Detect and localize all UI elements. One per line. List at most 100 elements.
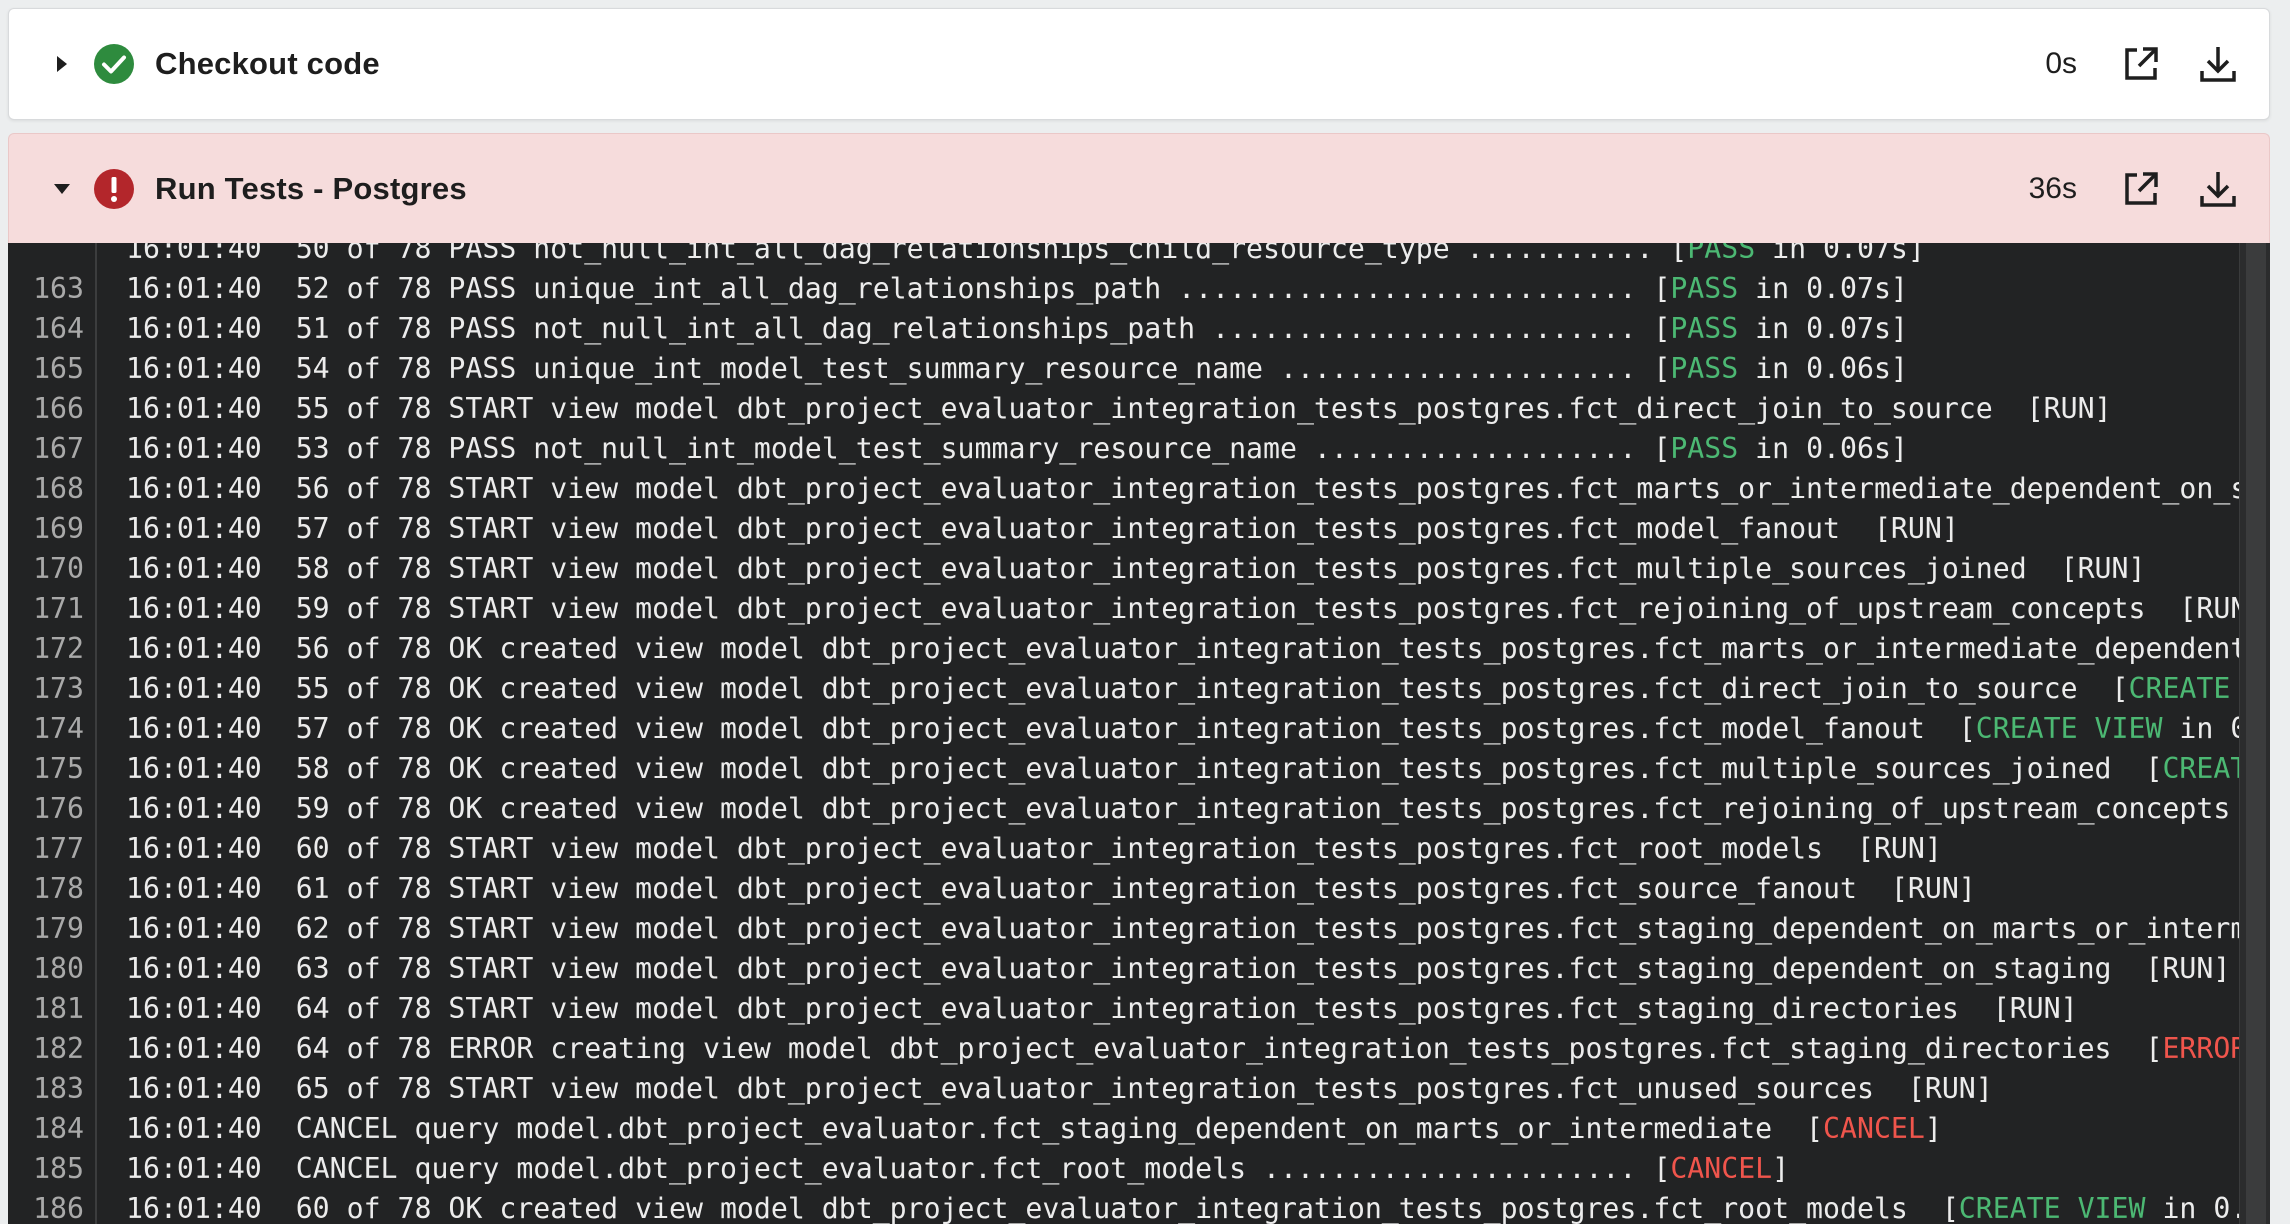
log-status-keyword: CREATE VIEW: [2128, 672, 2231, 705]
log-line: 182 16:01:40 64 of 78 ERROR creating view…: [8, 1029, 2240, 1069]
log-line: 175 16:01:40 58 of 78 OK created view mod…: [8, 749, 2240, 789]
open-external-icon[interactable]: [2121, 44, 2161, 84]
log-text: 16:01:40 60 of 78 START view model dbt_p…: [126, 832, 1942, 865]
log-line: 184 16:01:40 CANCEL query model.dbt_proje…: [8, 1109, 2240, 1149]
log-status-keyword: CREATE VIEW: [1958, 1192, 2146, 1224]
log-status-keyword: CANCEL: [1670, 1152, 1773, 1185]
log-text: 16:01:40 58 of 78 OK created view model …: [126, 749, 2240, 789]
log-text: 16:01:40 58 of 78 START view model dbt_p…: [126, 552, 2146, 585]
log-text: 16:01:40 56 of 78 OK created view model …: [126, 632, 2240, 665]
line-number: 186: [33, 1192, 84, 1224]
line-number: 183: [33, 1072, 84, 1105]
log-status-keyword: CANCEL: [1823, 1112, 1925, 1145]
line-number: 184: [33, 1112, 84, 1145]
log-text: 16:01:40 57 of 78 OK created view model …: [126, 712, 2240, 745]
log-text: 16:01:40 55 of 78 OK created view model …: [126, 669, 2240, 709]
log-status-keyword: PASS: [1670, 312, 1739, 345]
line-number: 172: [33, 632, 84, 665]
step-duration: 36s: [2028, 171, 2077, 205]
scrollbar[interactable]: [2239, 243, 2270, 1224]
log-line: 165 16:01:40 54 of 78 PASS unique_int_mod…: [8, 349, 2240, 389]
log-line: 170 16:01:40 58 of 78 START view model db…: [8, 549, 2240, 589]
download-icon[interactable]: [2198, 169, 2238, 209]
log-line: 173 16:01:40 55 of 78 OK created view mod…: [8, 669, 2240, 709]
log-text: 16:01:40 51 of 78 PASS not_null_int_all_…: [126, 312, 1908, 345]
caret-right-icon[interactable]: [34, 54, 90, 74]
line-number: 166: [33, 392, 84, 425]
log-status-keyword: PASS: [1687, 243, 1756, 265]
log-line: 168 16:01:40 56 of 78 START view model db…: [8, 469, 2240, 509]
log-line: 174 16:01:40 57 of 78 OK created view mod…: [8, 709, 2240, 749]
log-text: 16:01:40 53 of 78 PASS not_null_int_mode…: [126, 432, 1908, 465]
log-text: 16:01:40 57 of 78 START view model dbt_p…: [126, 512, 1959, 545]
download-icon[interactable]: [2198, 44, 2238, 84]
log-line: 186 16:01:40 60 of 78 OK created view mod…: [8, 1189, 2240, 1224]
check-circle-icon: [93, 43, 135, 85]
log-text: 16:01:40 61 of 78 START view model dbt_p…: [126, 872, 1976, 905]
log-status-keyword: ERROR: [2162, 1032, 2240, 1065]
line-number: 167: [33, 432, 84, 465]
line-number: 180: [33, 952, 84, 985]
log-line: 166 16:01:40 55 of 78 START view model db…: [8, 389, 2240, 429]
line-number: 173: [33, 672, 84, 705]
log-text: 16:01:40 59 of 78 OK created view model …: [126, 792, 2240, 825]
log-line: 169 16:01:40 57 of 78 START view model db…: [8, 509, 2240, 549]
step-run-tests-postgres[interactable]: Run Tests - Postgres 36s: [8, 133, 2270, 243]
step-name: Run Tests - Postgres: [155, 170, 467, 206]
log-line: 180 16:01:40 63 of 78 START view model db…: [8, 949, 2240, 989]
log-text: 16:01:40 54 of 78 PASS unique_int_model_…: [126, 352, 1908, 385]
line-number: 168: [33, 472, 84, 505]
log-line: 164 16:01:40 51 of 78 PASS not_null_int_a…: [8, 309, 2240, 349]
log-text: 16:01:40 65 of 78 START view model dbt_p…: [126, 1072, 1993, 1105]
line-number: 164: [33, 312, 84, 345]
line-number: 185: [33, 1152, 84, 1185]
line-number: 171: [33, 592, 84, 625]
line-number: 175: [33, 752, 84, 785]
line-number: 174: [33, 712, 84, 745]
log-line: 176 16:01:40 59 of 78 OK created view mod…: [8, 789, 2240, 829]
workflow-steps: Checkout code 0s Run Tests - Postgres 36…: [8, 8, 2270, 1224]
log-status-keyword: CREATE VIEW: [2162, 752, 2240, 785]
line-number: 178: [33, 872, 84, 905]
log-text: 16:01:40 CANCEL query model.dbt_project_…: [126, 1152, 1790, 1185]
log-text: 16:01:40 60 of 78 OK created view model …: [126, 1192, 2240, 1224]
log-line: 179 16:01:40 62 of 78 START view model db…: [8, 909, 2240, 949]
step-duration: 0s: [2045, 47, 2077, 80]
scrollbar-thumb[interactable]: [2246, 243, 2266, 1224]
log-line: 171 16:01:40 59 of 78 START view model db…: [8, 589, 2240, 629]
line-number: 165: [33, 352, 84, 385]
log-line: 181 16:01:40 64 of 78 START view model db…: [8, 989, 2240, 1029]
log-text: 16:01:40 52 of 78 PASS unique_int_all_da…: [126, 272, 1908, 305]
line-number: 181: [33, 992, 84, 1025]
line-number: 169: [33, 512, 84, 545]
caret-down-icon[interactable]: [34, 181, 90, 197]
log-line: 172 16:01:40 56 of 78 OK created view mod…: [8, 629, 2240, 669]
step-checkout-code[interactable]: Checkout code 0s: [8, 8, 2270, 120]
log-line: 178 16:01:40 61 of 78 START view model db…: [8, 869, 2240, 909]
log-output[interactable]: 16:01:40 50 of 78 PASS not_null_int_all_…: [8, 243, 2270, 1224]
log-text: 16:01:40 55 of 78 START view model dbt_p…: [126, 392, 2112, 425]
log-line: 183 16:01:40 65 of 78 START view model db…: [8, 1069, 2240, 1109]
open-external-icon[interactable]: [2121, 169, 2161, 209]
line-number: [8, 243, 84, 269]
log-text: 16:01:40 62 of 78 START view model dbt_p…: [126, 912, 2240, 945]
log-text: 16:01:40 56 of 78 START view model dbt_p…: [126, 472, 2240, 505]
log-line: 16:01:40 50 of 78 PASS not_null_int_all_…: [8, 243, 2240, 269]
log-text: 16:01:40 63 of 78 START view model dbt_p…: [126, 952, 2231, 985]
line-number: 176: [33, 792, 84, 825]
log-text: 16:01:40 59 of 78 START view model dbt_p…: [126, 592, 2240, 625]
log-text: 16:01:40 64 of 78 ERROR creating view mo…: [126, 1029, 2240, 1069]
line-number: 170: [33, 552, 84, 585]
log-text: 16:01:40 50 of 78 PASS not_null_int_all_…: [126, 243, 1925, 269]
line-number: 163: [33, 272, 84, 305]
step-name: Checkout code: [155, 46, 380, 81]
log-lines: 16:01:40 50 of 78 PASS not_null_int_all_…: [8, 243, 2240, 1224]
log-line: 185 16:01:40 CANCEL query model.dbt_proje…: [8, 1149, 2240, 1189]
line-number: 182: [33, 1032, 84, 1065]
log-line: 177 16:01:40 60 of 78 START view model db…: [8, 829, 2240, 869]
log-status-keyword: PASS: [1670, 432, 1739, 465]
log-line: 163 16:01:40 52 of 78 PASS unique_int_all…: [8, 269, 2240, 309]
log-text: 16:01:40 64 of 78 START view model dbt_p…: [126, 992, 2078, 1025]
log-line: 167 16:01:40 53 of 78 PASS not_null_int_m…: [8, 429, 2240, 469]
line-number: 177: [33, 832, 84, 865]
